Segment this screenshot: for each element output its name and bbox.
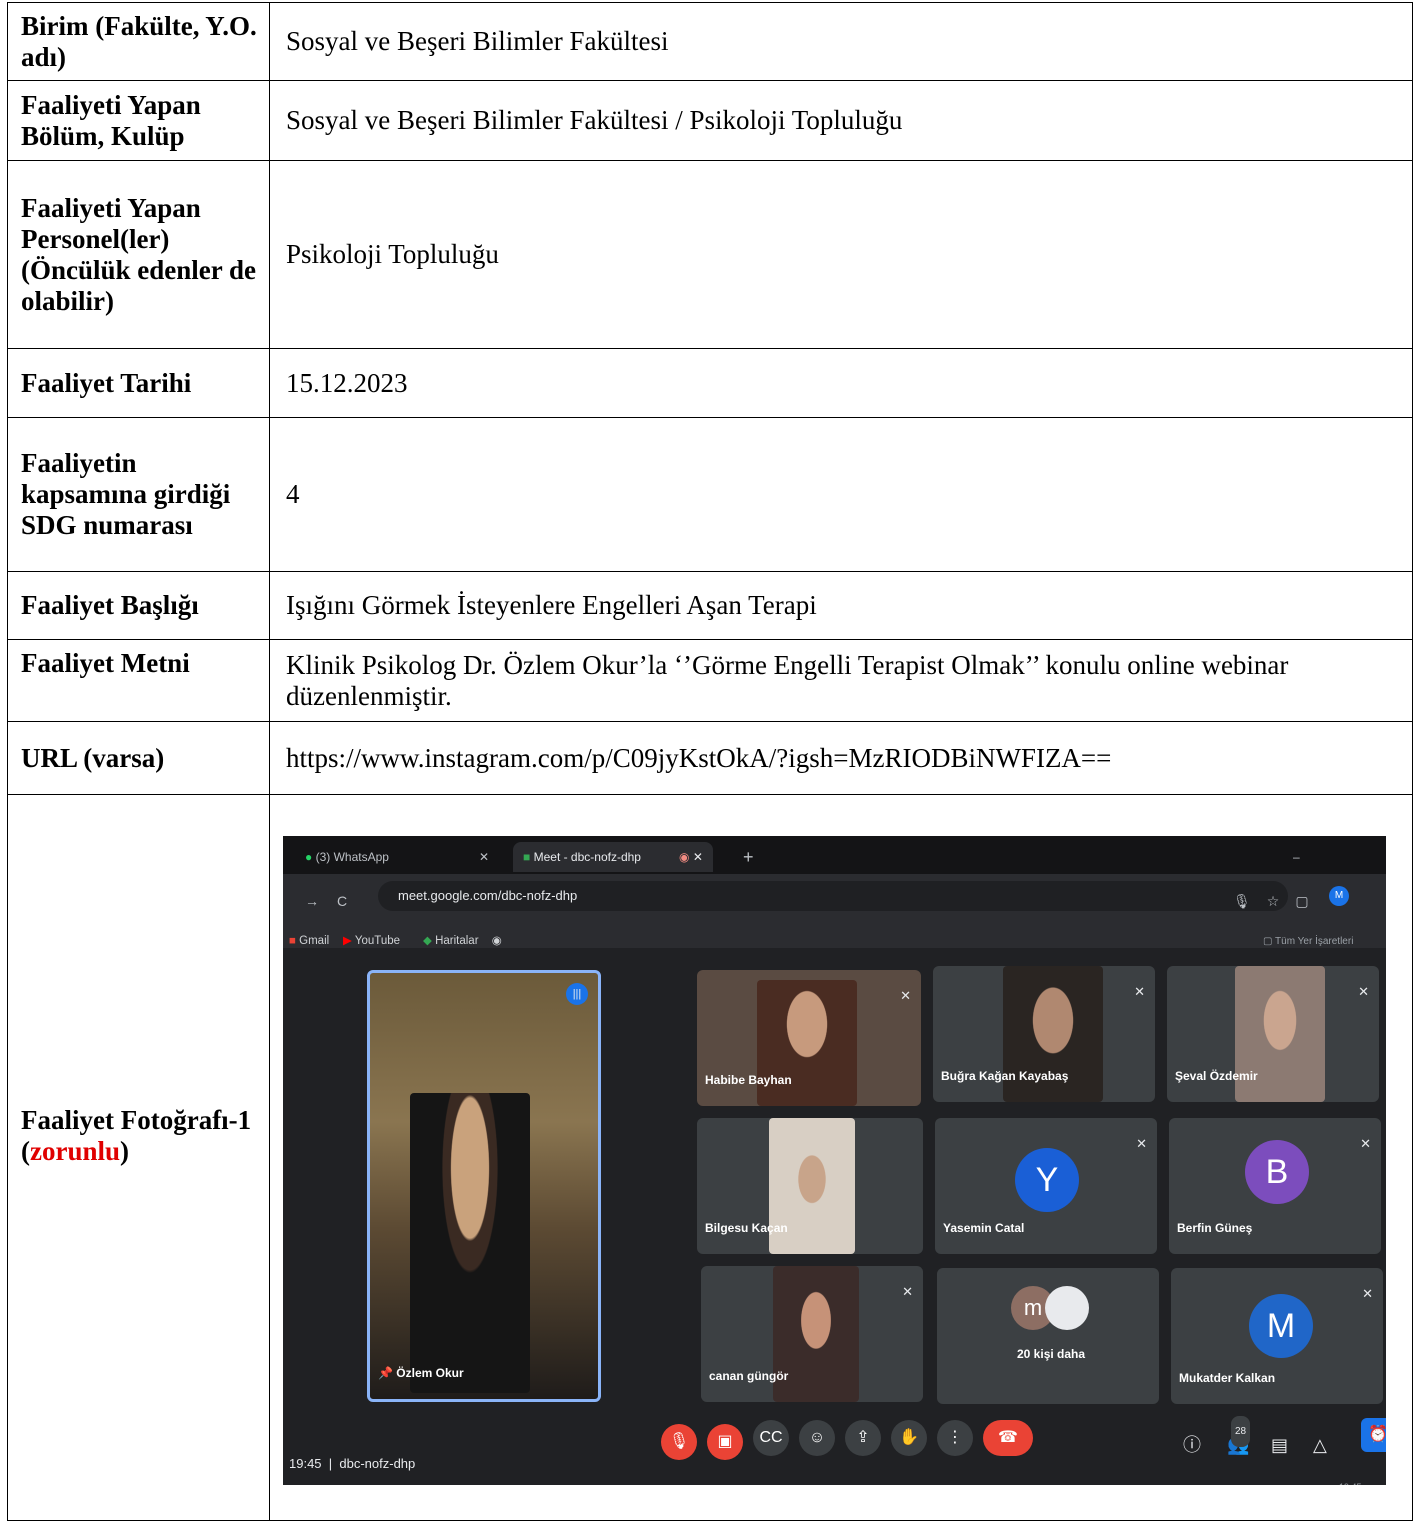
mic-off-icon: ✕ [902, 1283, 913, 1299]
row-label: Faaliyet Başlığı [7, 571, 270, 640]
meet-icon: ■ [523, 849, 531, 864]
required-word: zorunlu [30, 1136, 121, 1166]
info-icon[interactable]: ⓘ [1183, 1430, 1201, 1461]
camera-off-button[interactable]: ▣ [707, 1423, 743, 1460]
participant-tile[interactable]: M ✕ Mukatder Kalkan [1171, 1267, 1383, 1404]
form-row: Faaliyet Başlığı Işığını Görmek İsteyenl… [7, 571, 1413, 640]
participant-tile[interactable]: ✕ Buğra Kağan Kayabaş [933, 965, 1155, 1102]
form-row: Faaliyet Metni Klinik Psikolog Dr. Özlem… [7, 639, 1413, 722]
mic-off-icon: ✕ [1360, 1135, 1371, 1151]
new-tab-icon[interactable]: + [743, 842, 754, 872]
emoji-button[interactable]: ☺ [799, 1419, 835, 1456]
captions-button[interactable]: CC [753, 1419, 789, 1456]
form-row: Faaliyeti Yapan Bölüm, Kulüp Sosyal ve B… [7, 80, 1413, 161]
speaker-tile[interactable]: ||| 📌 Özlem Okur [367, 969, 601, 1402]
row-value: Psikoloji Topluluğu [269, 160, 1413, 349]
raise-hand-button[interactable]: ✋ [891, 1419, 927, 1456]
more-participants-tile[interactable]: m 20 kişi daha [937, 1267, 1159, 1404]
toolbar-icons[interactable]: 🎙☆▢ [1233, 886, 1325, 917]
row-label: URL (varsa) [7, 721, 270, 795]
form-row: URL (varsa) https://www.instagram.com/p/… [7, 721, 1413, 795]
participant-tile[interactable]: ✕ canan güngör [701, 1265, 923, 1402]
mic-off-icon: ✕ [900, 987, 911, 1003]
row-value: Sosyal ve Beşeri Bilimler Fakültesi / Ps… [269, 80, 1413, 161]
bookmarks-bar: ■ Gmail ▶ YouTube ◆ Haritalar ◉ ▢ Tüm Ye… [283, 917, 1386, 949]
pin-icon: 📌 [378, 1365, 393, 1380]
form-row: Faaliyeti Yapan Personel(ler) (Öncülük e… [7, 160, 1413, 349]
more-options-button[interactable]: ⋮ [937, 1419, 973, 1456]
participant-tile[interactable]: Y ✕ Yasemin Catal [935, 1117, 1157, 1254]
row-value: Klinik Psikolog Dr. Özlem Okur’la ‘’Görm… [269, 639, 1413, 722]
taskbar-time: 19:45 [1339, 1472, 1362, 1485]
mic-off-icon: ✕ [1134, 983, 1145, 999]
nav-icons[interactable]: →C [305, 886, 365, 917]
chat-icon[interactable]: ▤ [1271, 1430, 1288, 1461]
row-value: https://www.instagram.com/p/C09jyKstOkA/… [269, 721, 1413, 795]
row-label: Faaliyet Tarihi [7, 348, 270, 418]
form-row-photo: Faaliyet Fotoğrafı-1 (zorunlu) ● (3) Wha… [7, 794, 1413, 1521]
recording-icon: ◉ [678, 849, 690, 864]
close-icon[interactable]: ✕ [693, 850, 703, 864]
participant-tile[interactable]: ✕ Şeval Özdemir [1167, 965, 1379, 1102]
participant-tile[interactable]: B ✕ Berfin Güneş [1169, 1117, 1381, 1254]
profile-avatar[interactable]: M [1329, 885, 1349, 906]
browser-tabbar: ● (3) WhatsApp ✕ ■ Meet - dbc-nofz-dhp ◉ ✕… [283, 835, 1386, 894]
speaker-video [410, 1092, 530, 1393]
window-controls[interactable]: –○✕ [1293, 842, 1386, 894]
tab-meet[interactable]: ■ Meet - dbc-nofz-dhp ◉ ✕ [513, 841, 713, 872]
speaker-name: 📌 Özlem Okur [378, 1365, 464, 1380]
mic-off-button[interactable]: 🎙 [661, 1423, 697, 1460]
activity-form: Birim (Fakülte, Y.O. adı) Sosyal ve Beşe… [7, 2, 1413, 1521]
meet-screenshot: ● (3) WhatsApp ✕ ■ Meet - dbc-nofz-dhp ◉ ✕… [283, 835, 1386, 1485]
row-value: Sosyal ve Beşeri Bilimler Fakültesi [269, 2, 1413, 81]
speaking-icon: ||| [566, 982, 588, 1005]
globe-icon: ◉ [491, 934, 502, 947]
address-bar-row: →C meet.google.com/dbc-nofz-dhp 🎙☆▢ M [283, 873, 1386, 918]
row-value: Işığını Görmek İsteyenlere Engelleri Aşa… [269, 571, 1413, 640]
required-note: (zorunlu) [21, 1136, 130, 1166]
whatsapp-icon: ● [305, 849, 313, 864]
row-label: Faaliyeti Yapan Personel(ler) (Öncülük e… [7, 160, 270, 349]
url-input[interactable]: meet.google.com/dbc-nofz-dhp [378, 880, 1288, 911]
row-value: 4 [269, 417, 1413, 572]
photo-cell: ● (3) WhatsApp ✕ ■ Meet - dbc-nofz-dhp ◉ ✕… [269, 794, 1413, 1521]
meet-stage: ||| 📌 Özlem Okur ✕ Habibe Bayhan ✕ Buğra K… [283, 947, 1386, 1485]
row-label: Faaliyet Metni [7, 639, 270, 722]
people-count: 28 [1231, 1415, 1251, 1447]
row-label: Faaliyetin kapsamına girdiği SDG numaras… [7, 417, 270, 572]
row-label: Birim (Fakülte, Y.O. adı) [7, 2, 270, 81]
alarm-icon[interactable]: ⏰ [1361, 1417, 1386, 1452]
meeting-info: 19:45 | dbc-nofz-dhp [289, 1455, 416, 1471]
tab-whatsapp[interactable]: ● (3) WhatsApp ✕ [305, 842, 489, 872]
row-value: 15.12.2023 [269, 348, 1413, 418]
mic-off-icon: ✕ [1358, 983, 1369, 999]
close-icon[interactable]: ✕ [479, 850, 489, 864]
mic-off-icon: ✕ [1362, 1285, 1373, 1301]
participant-tile[interactable]: ✕ Habibe Bayhan [697, 969, 921, 1106]
row-label: Faaliyet Fotoğrafı-1 (zorunlu) [7, 794, 270, 1521]
form-row: Faaliyetin kapsamına girdiği SDG numaras… [7, 417, 1413, 572]
activities-icon[interactable]: △ [1313, 1430, 1327, 1461]
row-label: Faaliyeti Yapan Bölüm, Kulüp [7, 80, 270, 161]
photo-label: Faaliyet Fotoğrafı-1 [21, 1105, 252, 1135]
leave-call-button[interactable]: ☎ [983, 1419, 1033, 1456]
participant-tile[interactable]: Bilgesu Kaçan [697, 1117, 923, 1254]
present-button[interactable]: ⇪ [845, 1419, 881, 1456]
mic-off-icon: ✕ [1136, 1135, 1147, 1151]
form-row: Birim (Fakülte, Y.O. adı) Sosyal ve Beşe… [7, 2, 1413, 81]
form-row: Faaliyet Tarihi 15.12.2023 [7, 348, 1413, 418]
